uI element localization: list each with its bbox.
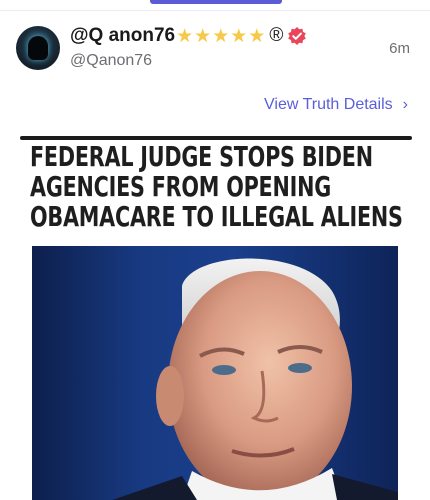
star-icon: ★ bbox=[230, 25, 248, 47]
image-headline: FEDERAL JUDGE STOPS BIDEN AGENCIES FROM … bbox=[30, 140, 403, 233]
avatar-figure bbox=[28, 36, 48, 60]
post-header: @Q anon76 ★ ★ ★ ★ ★ ® @Qanon76 6m bbox=[0, 18, 430, 80]
registered-icon: ® bbox=[269, 25, 284, 46]
star-icon: ★ bbox=[248, 25, 266, 47]
avatar[interactable] bbox=[16, 26, 60, 70]
display-name[interactable]: @Q anon76 bbox=[70, 25, 175, 47]
star-icon: ★ bbox=[194, 25, 212, 47]
star-icon: ★ bbox=[176, 25, 194, 47]
verified-badge-icon bbox=[288, 27, 307, 45]
portrait-photo bbox=[32, 246, 398, 500]
chevron-right-icon: › bbox=[402, 96, 408, 113]
star-icon: ★ bbox=[212, 25, 230, 47]
headline-line: OBAMACARE TO ILLEGAL ALIENS bbox=[30, 200, 403, 233]
top-bar bbox=[0, 0, 430, 11]
portrait-illustration bbox=[112, 258, 398, 500]
active-tab-indicator bbox=[150, 0, 282, 4]
user-handle[interactable]: @Qanon76 bbox=[70, 52, 152, 70]
headline-line: AGENCIES FROM OPENING bbox=[30, 170, 331, 203]
view-details-label: View Truth Details bbox=[264, 96, 393, 113]
post-timestamp: 6m bbox=[389, 40, 410, 57]
headline-line: FEDERAL JUDGE STOPS BIDEN bbox=[30, 140, 373, 173]
post-image[interactable]: FEDERAL JUDGE STOPS BIDEN AGENCIES FROM … bbox=[20, 136, 412, 500]
display-name-row: @Q anon76 ★ ★ ★ ★ ★ ® bbox=[70, 24, 307, 48]
view-truth-details-link[interactable]: View Truth Details › bbox=[264, 96, 408, 114]
